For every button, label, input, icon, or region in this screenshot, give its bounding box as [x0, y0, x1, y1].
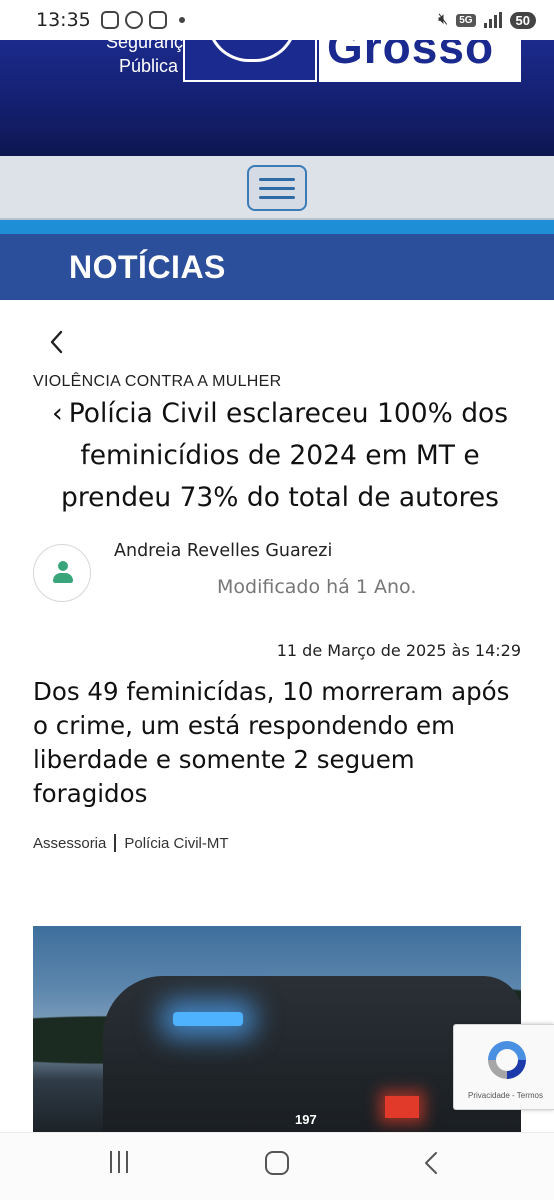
user-icon	[58, 561, 68, 571]
network-badge: 5G	[456, 13, 476, 27]
more-notifications-icon	[178, 17, 185, 23]
org-line2: Pública	[118, 56, 178, 76]
article-credits: Assessoria Polícia Civil-MT	[33, 834, 229, 852]
hamburger-line	[259, 186, 295, 190]
badge-emblem-icon	[207, 40, 297, 62]
recaptcha-links[interactable]: Privacidade - Termos	[468, 1091, 543, 1100]
recaptcha-icon	[488, 1041, 526, 1079]
section-header: NOTÍCIAS	[0, 234, 554, 300]
article-category[interactable]: VIOLÊNCIA CONTRA A MULHER	[33, 373, 281, 391]
divider-stripe	[0, 220, 554, 234]
status-time: 13:35	[36, 9, 91, 31]
hamburger-line	[259, 177, 295, 181]
credit-separator	[114, 834, 117, 852]
hamburger-line	[259, 195, 295, 199]
author-avatar[interactable]	[33, 544, 91, 602]
org-logo	[183, 40, 317, 82]
screenshot-icon	[100, 11, 119, 29]
nav-home-icon[interactable]	[265, 1151, 289, 1175]
nav-recents-icon[interactable]	[110, 1151, 128, 1173]
vehicle-number: 197	[295, 1112, 317, 1127]
siren-light	[173, 1012, 243, 1026]
whatsapp-icon	[124, 11, 143, 29]
recaptcha-badge[interactable]: Privacidade - Termos	[453, 1024, 554, 1110]
state-logo: Grosso	[319, 40, 521, 82]
article-subtitle: Dos 49 feminicídas, 10 morreram após o c…	[33, 677, 510, 808]
status-bar: 13:35 🔇︎ 5G 50	[0, 0, 554, 40]
credit-source: Assessoria	[33, 834, 107, 852]
credit-org: Polícia Civil-MT	[124, 834, 229, 852]
site-header-banner[interactable]: Segurança Pública Grosso	[0, 40, 554, 156]
notification-icons	[100, 11, 167, 29]
author-name[interactable]: Andreia Revelles Guarezi	[114, 541, 332, 561]
back-arrow-icon[interactable]	[44, 328, 72, 356]
hamburger-menu-button[interactable]	[247, 165, 307, 211]
user-icon-body	[53, 573, 73, 583]
article-photo[interactable]: 197	[33, 926, 521, 1132]
instagram-icon	[148, 11, 167, 29]
signal-icon	[483, 12, 502, 28]
article-headline: ‹ Polícia Civil esclareceu 100% dos femin…	[30, 393, 530, 519]
system-icons: 🔇︎ 5G 50	[438, 11, 536, 29]
tail-light	[385, 1096, 419, 1118]
modified-time: Modificado há 1 Ano.	[217, 576, 417, 598]
org-name: Segurança Pública	[106, 40, 194, 78]
publish-date: 11 de Março de 2025 às 14:29	[276, 641, 521, 660]
state-word: Grosso	[327, 40, 495, 73]
nav-back-icon[interactable]	[420, 1151, 444, 1175]
section-title: NOTÍCIAS	[69, 249, 226, 285]
battery-level: 50	[509, 11, 536, 29]
nav-strip	[0, 156, 554, 220]
chevron-left-icon[interactable]: ‹	[52, 393, 63, 435]
mute-icon: 🔇︎	[438, 11, 449, 28]
headline-text: Polícia Civil esclareceu 100% dos femini…	[61, 398, 509, 513]
org-line1: Segurança	[106, 40, 194, 52]
system-nav-bar	[0, 1132, 554, 1200]
